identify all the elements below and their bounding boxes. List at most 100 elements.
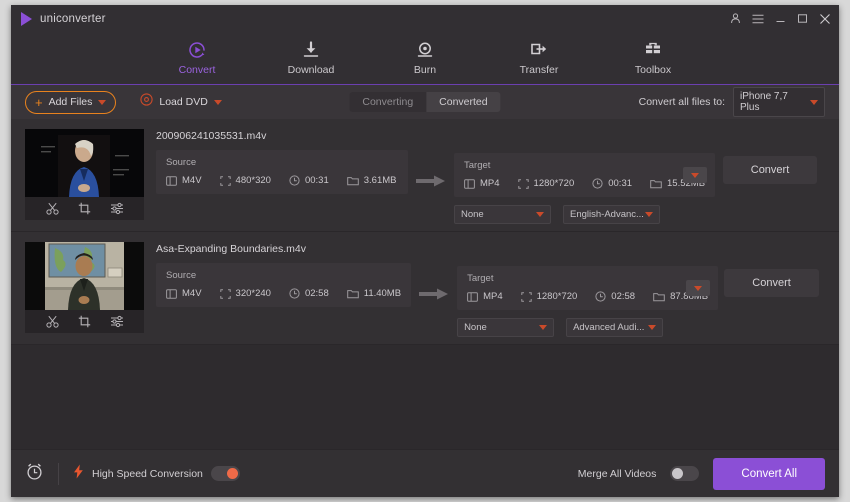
convert-icon bbox=[187, 40, 207, 60]
source-duration-stat: 02:58 bbox=[289, 288, 329, 299]
close-button[interactable] bbox=[819, 13, 831, 25]
video-thumbnail[interactable] bbox=[25, 242, 144, 310]
nav-item-burn[interactable]: Burn bbox=[394, 40, 456, 76]
target-format-dropdown[interactable] bbox=[686, 280, 711, 296]
nav-label-toolbox: Toolbox bbox=[634, 64, 672, 76]
format-icon bbox=[467, 291, 478, 302]
convert-all-to-value: iPhone 7,7 Plus bbox=[740, 91, 788, 113]
clock-icon bbox=[289, 175, 300, 186]
folder-icon bbox=[346, 176, 359, 185]
source-size-stat: 11.40MB bbox=[346, 288, 402, 299]
source-format-stat: M4V bbox=[166, 288, 202, 299]
target-stats: MP4 1280*720 02:58 87.88MB bbox=[467, 291, 708, 302]
subtitle-select[interactable]: None bbox=[454, 205, 551, 224]
target-resolution: 1280*720 bbox=[536, 291, 578, 302]
divider bbox=[58, 462, 59, 485]
source-size: 11.40MB bbox=[363, 288, 402, 299]
nav-item-convert[interactable]: Convert bbox=[166, 40, 228, 76]
source-title: Source bbox=[166, 157, 197, 168]
download-icon bbox=[301, 40, 321, 60]
convert-button[interactable]: Convert bbox=[724, 269, 819, 297]
crop-icon[interactable] bbox=[78, 202, 91, 215]
burn-icon bbox=[415, 40, 435, 60]
file-list: 200906241035531.m4v Source M4V 480*320 0… bbox=[11, 119, 839, 449]
account-icon[interactable] bbox=[730, 13, 741, 24]
bottom-right-group: Merge All Videos Convert All bbox=[578, 457, 825, 490]
target-format-stat: MP4 bbox=[467, 291, 503, 302]
toggle-knob bbox=[226, 468, 238, 479]
tab-converting[interactable]: Converting bbox=[349, 92, 427, 112]
load-dvd-button[interactable]: Load DVD bbox=[140, 93, 222, 111]
format-icon bbox=[464, 178, 475, 189]
target-duration-stat: 02:58 bbox=[595, 291, 635, 302]
subtitle-value: None bbox=[461, 209, 484, 220]
subtitle-select[interactable]: None bbox=[457, 318, 555, 337]
alarm-clock-icon[interactable] bbox=[25, 462, 44, 486]
source-resolution: 480*320 bbox=[235, 175, 271, 186]
status-filter-segments: Converting Converted bbox=[349, 92, 501, 112]
subtitle-value: None bbox=[464, 322, 487, 333]
table-row[interactable]: Asa-Expanding Boundaries.m4v Source M4V … bbox=[11, 232, 839, 345]
chevron-down-icon[interactable] bbox=[98, 99, 107, 105]
convert-all-to-select[interactable]: iPhone 7,7 Plus bbox=[733, 87, 825, 117]
high-speed-toggle[interactable] bbox=[210, 466, 240, 481]
clock-icon bbox=[289, 288, 300, 299]
folder-icon bbox=[346, 289, 359, 298]
chevron-down-icon[interactable] bbox=[213, 99, 222, 105]
source-column: 200906241035531.m4v Source M4V 480*320 0… bbox=[156, 129, 408, 194]
target-format-dropdown[interactable] bbox=[683, 167, 708, 183]
audio-select[interactable]: English-Advanc... bbox=[563, 205, 660, 224]
app-logo: uniconverter bbox=[11, 11, 106, 26]
nav-item-download[interactable]: Download bbox=[280, 40, 342, 76]
trim-icon[interactable] bbox=[45, 202, 59, 215]
row-action-column: Convert bbox=[715, 156, 825, 184]
titlebar: uniconverter bbox=[11, 5, 839, 32]
video-thumbnail[interactable] bbox=[25, 129, 144, 197]
arrow-right-icon bbox=[419, 288, 449, 300]
crop-icon[interactable] bbox=[78, 315, 91, 328]
resolution-icon bbox=[219, 288, 231, 299]
target-resolution-stat: 1280*720 bbox=[517, 178, 575, 189]
folder-icon bbox=[650, 179, 662, 188]
target-card: Target MP4 1280*720 02:58 87.88MB bbox=[457, 266, 719, 310]
app-brand-name: uniconverter bbox=[40, 12, 106, 25]
minimize-button[interactable] bbox=[775, 13, 786, 24]
resolution-icon bbox=[520, 291, 532, 302]
table-row[interactable]: 200906241035531.m4v Source M4V 480*320 0… bbox=[11, 119, 839, 232]
source-card: Source M4V 320*240 02:58 11.40MB bbox=[156, 263, 412, 307]
target-duration: 02:58 bbox=[611, 291, 636, 302]
menu-icon[interactable] bbox=[752, 14, 764, 24]
nav-label-burn: Burn bbox=[413, 64, 437, 76]
chevron-down-icon bbox=[694, 285, 703, 291]
source-duration: 02:58 bbox=[304, 288, 329, 299]
source-stats: M4V 320*240 02:58 11.40MB bbox=[166, 288, 401, 299]
trim-icon[interactable] bbox=[45, 315, 59, 328]
source-resolution-stat: 320*240 bbox=[219, 288, 271, 299]
nav-item-transfer[interactable]: Transfer bbox=[508, 40, 570, 76]
target-duration-stat: 00:31 bbox=[592, 178, 632, 189]
audio-select[interactable]: Advanced Audi... bbox=[566, 318, 664, 337]
target-stats: MP4 1280*720 00:31 15.52MB bbox=[464, 178, 705, 189]
thumbnail-tools bbox=[25, 310, 144, 333]
nav-item-toolbox[interactable]: Toolbox bbox=[622, 40, 684, 76]
convert-button[interactable]: Convert bbox=[722, 156, 818, 184]
convert-all-to-group: Convert all files to: iPhone 7,7 Plus bbox=[639, 87, 825, 117]
format-icon bbox=[166, 288, 177, 299]
source-size-stat: 3.61MB bbox=[346, 175, 396, 186]
track-selects: None English-Advanc... bbox=[454, 205, 715, 224]
add-files-button[interactable]: + Add Files bbox=[25, 90, 117, 114]
toolbox-icon bbox=[643, 40, 663, 60]
merge-all-videos-toggle[interactable] bbox=[670, 466, 700, 481]
tab-converted[interactable]: Converted bbox=[426, 92, 500, 112]
effect-icon[interactable] bbox=[110, 202, 124, 215]
source-duration-stat: 00:31 bbox=[289, 175, 329, 186]
bottom-bar: High Speed Conversion Merge All Videos C… bbox=[11, 449, 839, 497]
effect-icon[interactable] bbox=[110, 315, 124, 328]
thumbnail-container bbox=[25, 242, 144, 333]
target-resolution: 1280*720 bbox=[533, 178, 575, 189]
maximize-button[interactable] bbox=[797, 13, 808, 24]
folder-icon bbox=[653, 292, 665, 301]
convert-all-button[interactable]: Convert All bbox=[713, 457, 825, 490]
transfer-icon bbox=[529, 40, 549, 60]
nav-label-convert: Convert bbox=[178, 64, 216, 76]
